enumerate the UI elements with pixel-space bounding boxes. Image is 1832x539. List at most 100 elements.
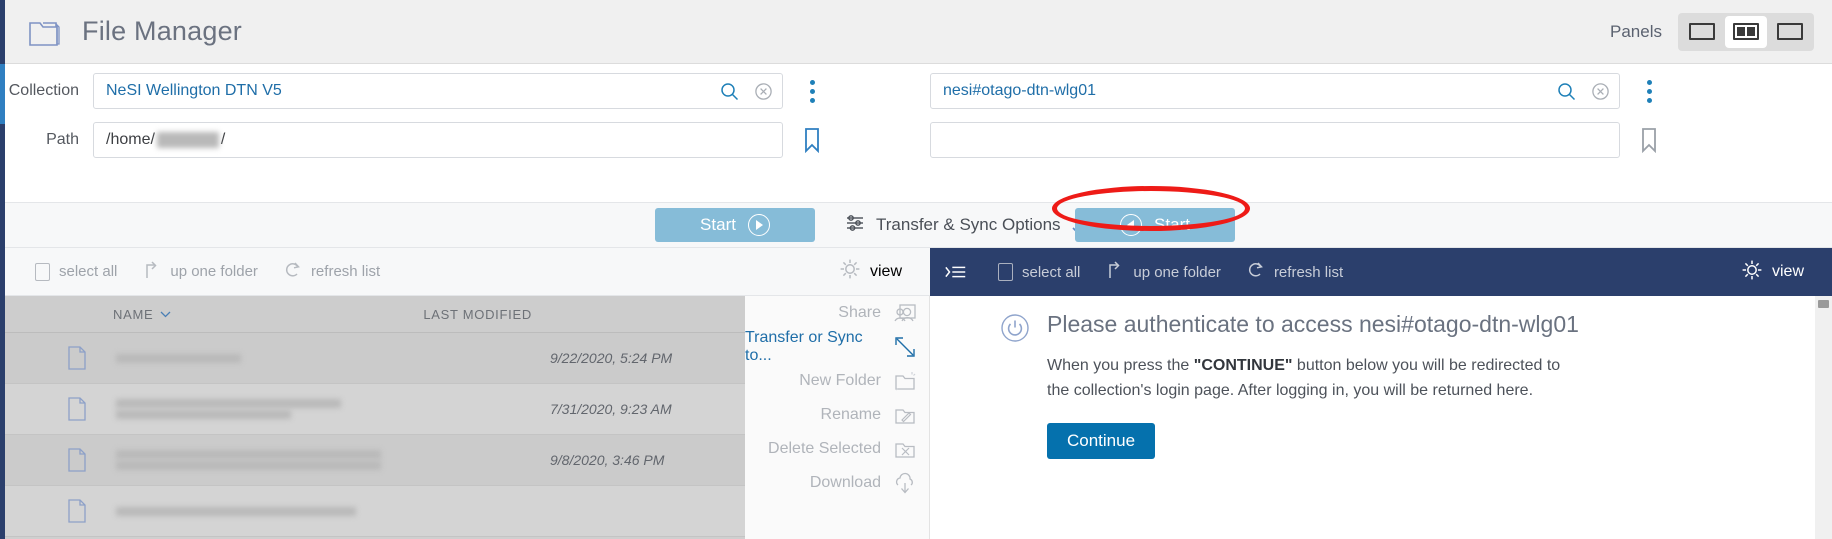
double-arrow-diagonal-icon (893, 335, 917, 359)
refresh-circular-arrow-icon (284, 260, 302, 284)
document-icon (67, 448, 86, 472)
left-select-all-button[interactable]: select all (35, 263, 117, 281)
gear-icon (1741, 259, 1763, 286)
search-icon[interactable] (718, 80, 740, 102)
context-menu-item-label: Share (838, 304, 881, 322)
right-select-all-button[interactable]: select all (998, 263, 1080, 281)
right-collection-row: nesi#otago-dtn-wlg01 (930, 73, 1662, 109)
auth-description-emphasis: "CONTINUE" (1194, 357, 1293, 374)
file-name-redacted (116, 507, 356, 516)
authentication-panel: Please authenticate to access nesi#otago… (930, 296, 1818, 539)
transfer-sync-options-toggle[interactable]: Transfer & Sync Options (845, 213, 1086, 238)
context-menu-item-transfer-or-sync[interactable]: Transfer or Sync to... (745, 330, 929, 364)
context-menu-item-label: New Folder (799, 372, 881, 390)
clear-circle-x-icon[interactable] (1589, 80, 1611, 102)
single-pane-right-icon (1777, 23, 1803, 40)
context-menu-item-download[interactable]: Download (745, 466, 929, 500)
right-collection-kebab-menu[interactable] (1636, 80, 1662, 103)
vertical-scrollbar[interactable] (1815, 296, 1832, 539)
sliders-icon (845, 213, 865, 238)
start-left-label: Start (700, 215, 736, 235)
play-left-circle-icon (1120, 214, 1142, 236)
collapse-menu-icon[interactable] (944, 262, 968, 282)
left-view-button[interactable]: view (839, 258, 902, 285)
left-collection-value: NeSI Wellington DTN V5 (106, 82, 282, 100)
chevron-down-icon (160, 311, 171, 318)
context-menu-item-label: Transfer or Sync to... (745, 329, 881, 365)
file-manager-window: File Manager Panels Collection Ne (0, 0, 1832, 539)
transfer-sync-options-label: Transfer & Sync Options (876, 215, 1061, 235)
dual-pane-icon-button[interactable] (1725, 16, 1767, 48)
table-row[interactable]: 9/22/2020, 5:24 PM (5, 333, 745, 384)
table-row[interactable]: 7/31/2020, 9:23 AM (5, 384, 745, 435)
right-file-toolbar: select all up one folder refresh list vi… (930, 248, 1832, 296)
single-pane-icon (1689, 23, 1715, 40)
download-cloud-icon (893, 471, 917, 495)
file-last-modified: 9/22/2020, 5:24 PM (550, 350, 672, 366)
scrollbar-thumb[interactable] (1818, 300, 1829, 308)
up-arrow-folder-icon (1106, 260, 1124, 284)
right-up-one-folder-button[interactable]: up one folder (1106, 260, 1221, 284)
auth-description-part1: When you press the (1047, 357, 1194, 374)
path-label: Path (5, 131, 93, 149)
right-collection-input[interactable]: nesi#otago-dtn-wlg01 (930, 73, 1620, 109)
search-icon[interactable] (1555, 80, 1577, 102)
power-button-icon (1000, 313, 1030, 343)
checkbox-icon (998, 263, 1013, 281)
left-refresh-list-button[interactable]: refresh list (284, 260, 380, 284)
page-title: File Manager (82, 16, 242, 47)
left-path-input[interactable]: /home/ / (93, 122, 783, 158)
document-icon (67, 397, 86, 421)
auth-description: When you press the "CONTINUE" button bel… (1047, 353, 1577, 403)
auth-title: Please authenticate to access nesi#otago… (1047, 309, 1579, 339)
file-actions-context-menu: Share Transfer or Sync to... New Folder … (745, 296, 930, 539)
right-refresh-list-label: refresh list (1274, 264, 1343, 281)
left-collection-row: Collection NeSI Wellington DTN V5 (5, 73, 825, 109)
start-right-label: Start (1154, 215, 1190, 235)
right-refresh-list-button[interactable]: refresh list (1247, 260, 1343, 284)
clear-circle-x-icon[interactable] (752, 80, 774, 102)
path-redacted-block (157, 132, 219, 148)
right-path-input[interactable] (930, 122, 1620, 158)
file-name-redacted (116, 450, 381, 470)
collection-label: Collection (5, 82, 93, 100)
left-up-one-folder-button[interactable]: up one folder (143, 260, 258, 284)
context-menu-item-new-folder[interactable]: New Folder (745, 364, 929, 398)
refresh-circular-arrow-icon (1247, 260, 1265, 284)
up-arrow-folder-icon (143, 260, 161, 284)
single-pane-icon-button[interactable] (1681, 16, 1723, 48)
right-view-button[interactable]: view (1741, 259, 1804, 286)
dual-pane-icon (1733, 23, 1759, 40)
context-menu-item-label: Rename (821, 406, 881, 424)
start-transfer-left-button[interactable]: Start (655, 208, 815, 242)
start-transfer-right-button[interactable]: Start (1075, 208, 1235, 242)
table-row[interactable]: 9/8/2020, 3:46 PM (5, 435, 745, 486)
panels-control: Panels (1610, 13, 1814, 51)
left-collection-input[interactable]: NeSI Wellington DTN V5 (93, 73, 783, 109)
right-view-label: view (1772, 263, 1804, 281)
document-icon (67, 499, 86, 523)
table-row[interactable] (5, 486, 745, 537)
context-menu-item-share[interactable]: Share (745, 296, 929, 330)
context-menu-item-label: Delete Selected (768, 440, 881, 458)
left-collection-kebab-menu[interactable] (799, 80, 825, 103)
single-pane-right-icon-button[interactable] (1769, 16, 1811, 48)
left-path-suffix: / (221, 131, 225, 149)
left-path-row: Path /home/ / (5, 122, 825, 158)
share-people-folder-icon (893, 301, 917, 325)
folder-icon (24, 14, 64, 50)
continue-button[interactable]: Continue (1047, 423, 1155, 459)
left-up-one-folder-label: up one folder (170, 263, 258, 280)
panels-label: Panels (1610, 22, 1662, 42)
file-last-modified: 9/8/2020, 3:46 PM (550, 452, 664, 468)
context-menu-item-rename[interactable]: Rename (745, 398, 929, 432)
right-bookmark-icon[interactable] (1636, 123, 1662, 157)
document-icon (67, 346, 86, 370)
context-menu-item-delete-selected[interactable]: Delete Selected (745, 432, 929, 466)
checkbox-icon (35, 263, 50, 281)
column-header-last-modified[interactable]: LAST MODIFIED (423, 307, 532, 322)
column-header-name[interactable]: NAME (113, 307, 171, 322)
transfer-action-bar: Start Transfer & Sync Options S (5, 202, 1832, 248)
collection-form-area: Collection NeSI Wellington DTN V5 Path (5, 64, 1832, 202)
left-bookmark-icon[interactable] (799, 123, 825, 157)
